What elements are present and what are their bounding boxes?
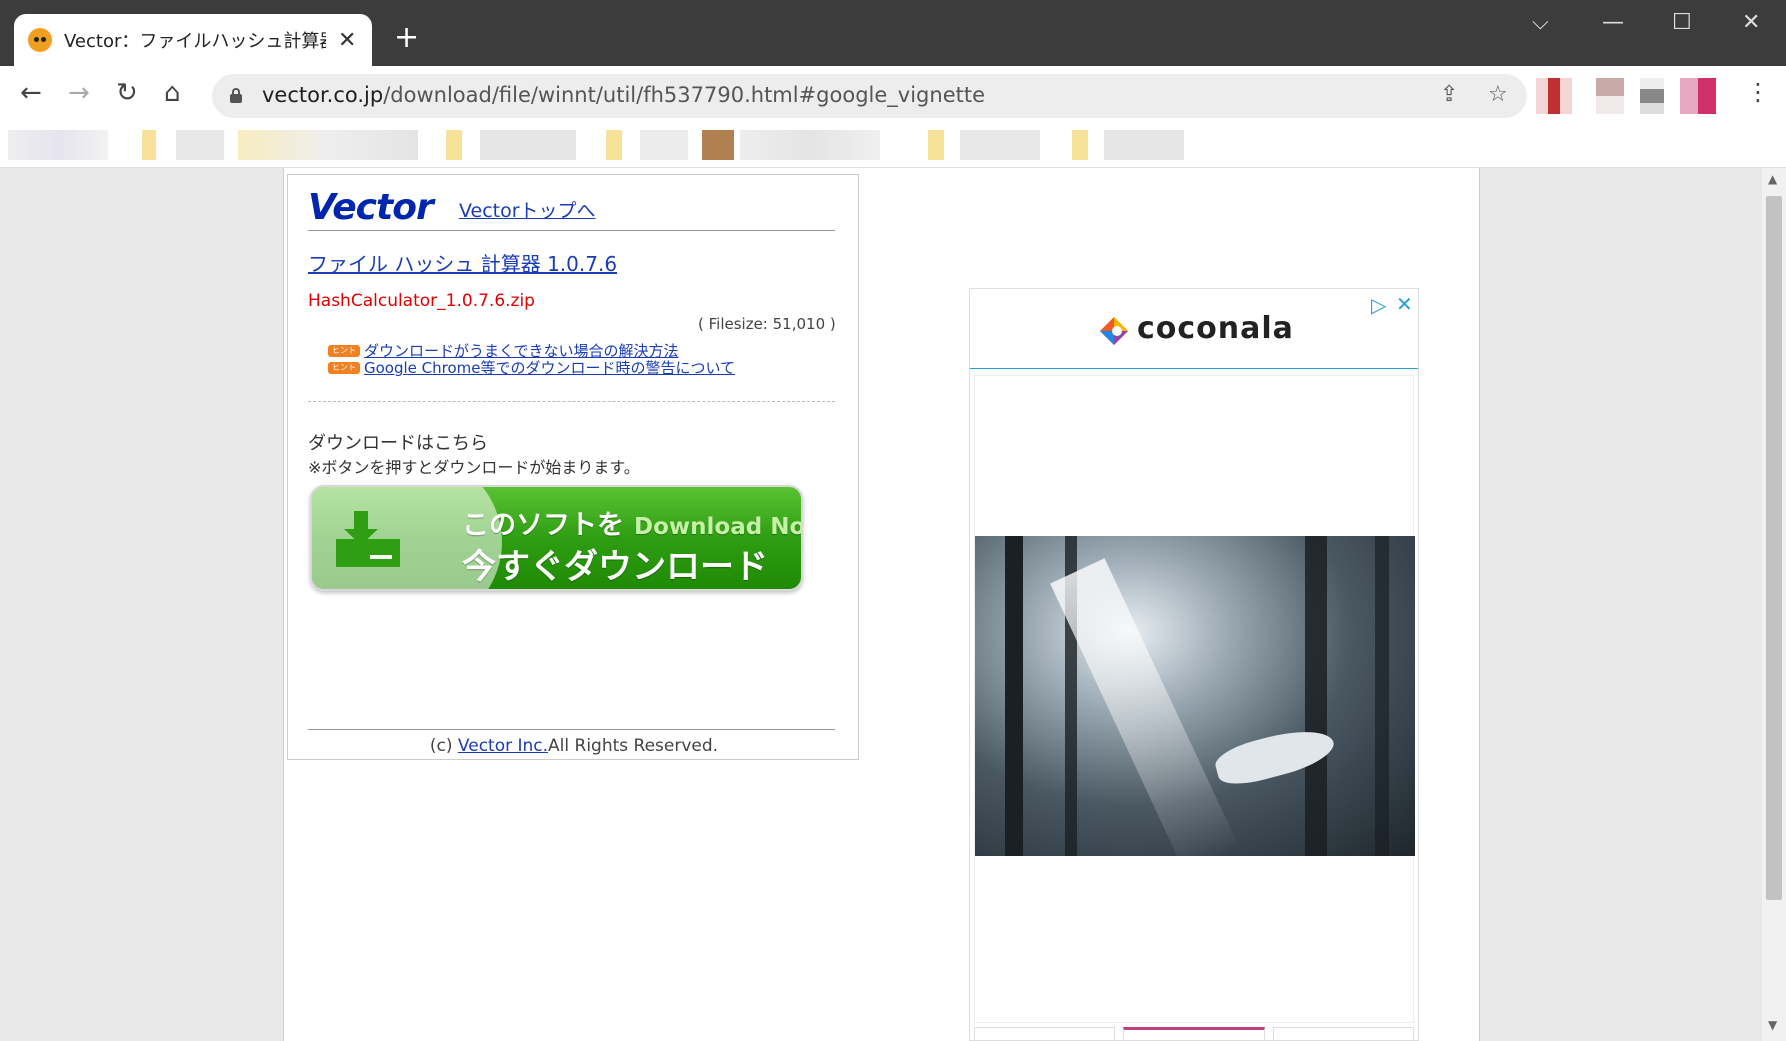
page-body: Vector Vectorトップへ ファイル ハッシュ 計算器 1.0.7.6 …	[283, 168, 1480, 1041]
vector-logo[interactable]: Vector	[308, 187, 434, 228]
tree-shape	[1005, 536, 1023, 856]
scroll-thumb[interactable]	[1766, 196, 1782, 900]
tree-shape	[1375, 536, 1389, 856]
dashed-divider	[308, 401, 835, 402]
folder-icon[interactable]	[606, 130, 622, 160]
vector-inc-link[interactable]: Vector Inc.	[458, 736, 548, 756]
home-button[interactable]: ⌂	[164, 78, 181, 108]
filesize-label: ( Filesize: 51,010 )	[698, 315, 836, 333]
extension-icon[interactable]	[1536, 78, 1572, 114]
ad-thumbnail[interactable]	[1123, 1027, 1265, 1041]
lock-icon[interactable]	[230, 88, 242, 103]
folder-icon[interactable]	[1072, 130, 1088, 160]
vector-top-link[interactable]: Vectorトップへ	[459, 196, 596, 223]
hint-row: ヒント Google Chrome等でのダウンロード時の警告について	[328, 357, 735, 378]
page-viewport: Vector Vectorトップへ ファイル ハッシュ 計算器 1.0.7.6 …	[0, 168, 1762, 1041]
bookmark-item[interactable]	[960, 130, 1040, 160]
browser-toolbar: ← → ↻ ⌂ vector.co.jp/download/file/winnt…	[0, 66, 1786, 126]
advertisement[interactable]: coconala ▷ ✕	[969, 288, 1419, 1041]
folder-icon[interactable]	[928, 130, 944, 160]
vertical-scrollbar[interactable]: ▲ ▼	[1762, 168, 1786, 1041]
close-window-button[interactable]: ✕	[1742, 10, 1760, 35]
folder-icon[interactable]	[142, 130, 156, 160]
tab-search-icon[interactable]: ⌵	[1532, 10, 1549, 35]
bookmark-item[interactable]	[238, 130, 418, 160]
hint-link-chrome-warning[interactable]: Google Chrome等でのダウンロード時の警告について	[364, 357, 735, 378]
tab-close-icon[interactable]: ✕	[338, 28, 356, 53]
ad-thumbnails	[974, 1027, 1414, 1041]
download-card: Vector Vectorトップへ ファイル ハッシュ 計算器 1.0.7.6 …	[287, 174, 859, 760]
hint-badge: ヒント	[328, 361, 360, 374]
bookmark-star-icon[interactable]: ☆	[1488, 82, 1508, 107]
bookmark-item[interactable]	[176, 130, 224, 160]
tab-title: Vector：ファイルハッシュ計算器 (Wi	[64, 31, 326, 52]
browser-tab-strip: Vector：ファイルハッシュ計算器 (Wi ✕ + ⌵ — ☐ ✕	[0, 0, 1786, 66]
download-now-button[interactable]: このソフトをDownload Now 今すぐダウンロード	[310, 485, 803, 591]
back-button[interactable]: ←	[20, 78, 42, 108]
url-text[interactable]: vector.co.jp/download/file/winnt/util/fh…	[262, 83, 985, 107]
divider	[308, 729, 835, 730]
bookmark-item[interactable]	[8, 130, 108, 160]
ad-content[interactable]	[974, 375, 1415, 1023]
hint-badge: ヒント	[328, 344, 360, 357]
ad-image[interactable]	[975, 536, 1415, 856]
extension-icon[interactable]	[1640, 78, 1664, 114]
download-button-line2: 今すぐダウンロード	[462, 547, 768, 587]
extension-icon[interactable]	[1596, 78, 1624, 114]
ad-thumbnail[interactable]	[1272, 1027, 1414, 1041]
download-heading: ダウンロードはこちら	[308, 433, 488, 454]
browser-tab[interactable]: Vector：ファイルハッシュ計算器 (Wi ✕	[14, 14, 372, 66]
bookmark-item[interactable]	[480, 130, 576, 160]
share-icon[interactable]: ⇪	[1440, 82, 1458, 107]
copyright-suffix: All Rights Reserved.	[548, 736, 719, 756]
divider	[308, 230, 835, 231]
download-icon	[336, 511, 400, 567]
scroll-down-icon[interactable]: ▼	[1768, 1018, 1777, 1032]
download-button-line1: このソフトをDownload Now	[462, 510, 801, 541]
adchoices-icon[interactable]: ▷	[1371, 293, 1386, 317]
copyright-prefix: (c)	[429, 736, 458, 756]
minimize-button[interactable]: —	[1602, 10, 1624, 35]
scroll-up-icon[interactable]: ▲	[1768, 172, 1777, 186]
address-bar[interactable]: vector.co.jp/download/file/winnt/util/fh…	[212, 74, 1527, 118]
tree-shape	[1305, 536, 1327, 856]
ad-header[interactable]: coconala ▷ ✕	[970, 289, 1418, 369]
coconala-logo-icon	[1100, 317, 1128, 345]
download-filename: HashCalculator_1.0.7.6.zip	[308, 291, 535, 311]
bookmarks-bar	[0, 126, 1786, 168]
bookmark-item[interactable]	[1104, 130, 1184, 160]
download-note: ※ボタンを押すとダウンロードが始まります。	[308, 458, 640, 477]
reload-button[interactable]: ↻	[116, 78, 138, 108]
folder-icon[interactable]	[446, 130, 462, 160]
software-title-link[interactable]: ファイル ハッシュ 計算器 1.0.7.6	[308, 248, 617, 277]
forward-button[interactable]: →	[68, 78, 90, 108]
coconala-brand: coconala	[1137, 311, 1294, 346]
vector-favicon-icon	[28, 28, 52, 52]
bookmark-item[interactable]	[740, 130, 880, 160]
light-beam	[1050, 558, 1240, 856]
ad-thumbnail[interactable]	[974, 1027, 1116, 1041]
profile-avatar[interactable]	[1680, 78, 1716, 114]
bookmark-icon[interactable]	[702, 130, 734, 160]
browser-menu-icon[interactable]: ⋮	[1746, 78, 1770, 106]
new-tab-button[interactable]: +	[394, 20, 419, 55]
ad-close-icon[interactable]: ✕	[1396, 292, 1413, 316]
maximize-button[interactable]: ☐	[1672, 10, 1692, 35]
copyright-footer: (c) Vector Inc.All Rights Reserved.	[288, 736, 860, 756]
bookmark-item[interactable]	[640, 130, 688, 160]
